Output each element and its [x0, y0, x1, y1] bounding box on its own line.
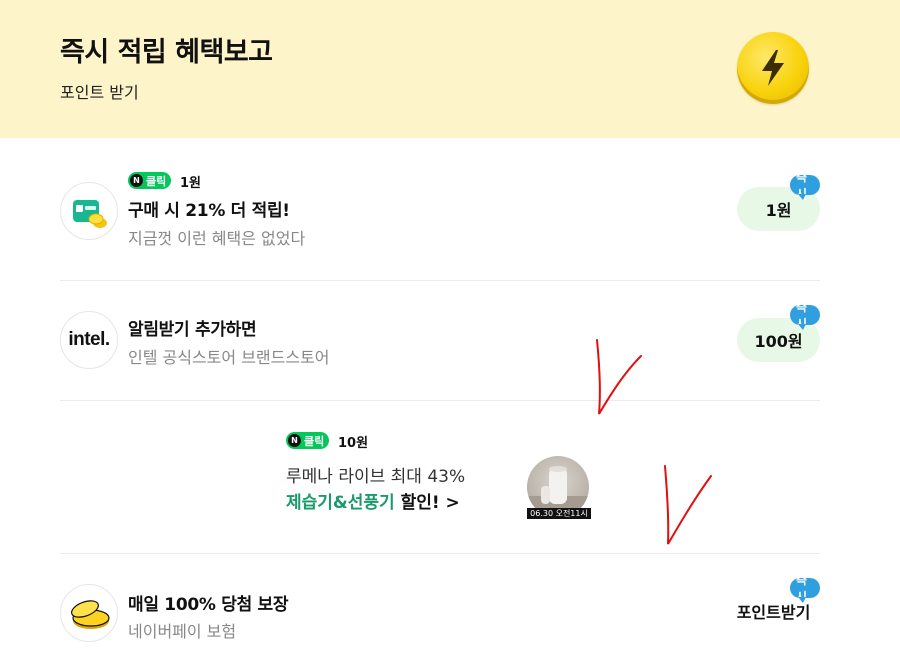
divider	[60, 280, 820, 281]
item-description: 지금껏 이런 혜택은 없었다	[128, 229, 306, 248]
click-amount: 1원	[180, 176, 202, 191]
page-subtitle: 포인트 받기	[60, 83, 139, 102]
ad-cta-link[interactable]: 제습기&선풍기 할인! >	[286, 488, 460, 513]
item-title: 구매 시 21% 더 적립!	[128, 201, 290, 221]
instant-badge: 즉시	[790, 170, 820, 201]
page-title: 즉시 적립 혜택보고	[60, 37, 273, 68]
ad-headline: 루메나 라이브 최대 43%	[286, 467, 466, 487]
naver-shopping-logo	[60, 182, 118, 240]
list-item[interactable]: 매일 100% 당첨 보장 네이버페이 보험 포인트받기 즉시	[60, 560, 820, 660]
live-date-caption: 06.30 오전11시	[527, 508, 591, 519]
item-description: 네이버페이 보험	[128, 622, 237, 641]
item-title: 알림받기 추가하면	[128, 320, 257, 340]
click-reward-chip: N 클릭	[286, 432, 330, 449]
list-item[interactable]: N 클릭 1원 구매 시 21% 더 적립! 지금껏 이런 혜택은 없었다 1원…	[60, 170, 820, 270]
instant-badge: 즉시	[790, 300, 820, 331]
checkmark-icon	[664, 465, 712, 545]
item-title: 매일 100% 당첨 보장	[128, 595, 289, 615]
naver-n-icon: N	[130, 174, 143, 187]
divider	[60, 400, 820, 401]
divider	[60, 553, 820, 554]
header-banner: 즉시 적립 혜택보고 포인트 받기	[0, 0, 900, 138]
naver-n-icon: N	[288, 434, 301, 447]
list-item[interactable]: intel. 알림받기 추가하면 인텔 공식스토어 브랜드스토어 100원 즉시	[60, 290, 820, 390]
item-description: 인텔 공식스토어 브랜드스토어	[128, 348, 330, 367]
gold-coins-logo	[60, 584, 118, 642]
instant-badge: 즉시	[790, 573, 820, 604]
click-reward-chip: N 클릭	[128, 172, 172, 189]
intel-logo: intel.	[60, 311, 118, 369]
click-amount: 10원	[338, 436, 369, 451]
lightning-coin-icon	[737, 32, 809, 104]
